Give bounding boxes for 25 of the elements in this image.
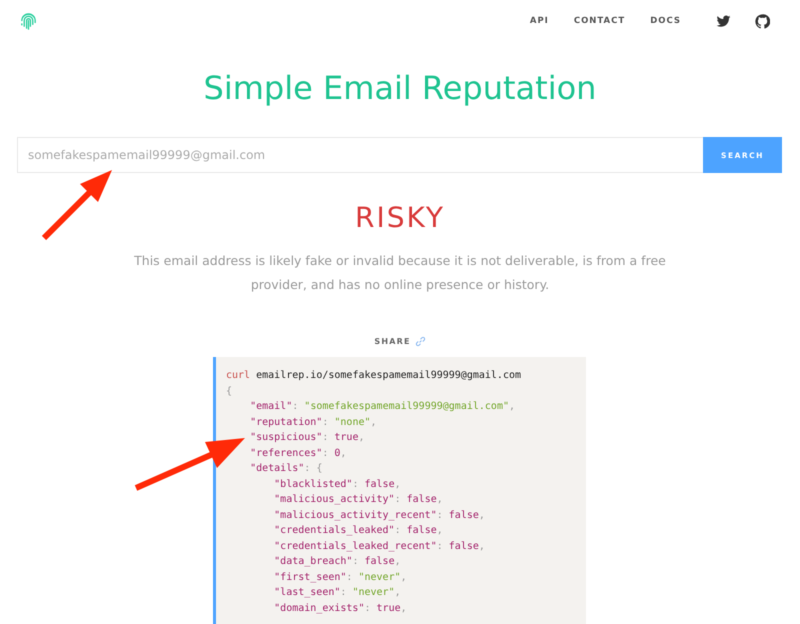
share-label[interactable]: SHARE [374,337,411,346]
code-line: "credentials_leaked": false, [273,524,444,538]
page-title: Simple Email Reputation [202,68,598,109]
code-line: "malicious_activity_recent": false, [273,508,486,522]
code-line: "last_seen": "never", [273,586,402,600]
verdict-label: RISKY [354,200,446,236]
nav-link[interactable]: CONTACT [574,16,626,26]
code-line: curl emailrep.io/somefakespamemail99999@gmail.com [226,369,522,383]
code-line: "references": 0, [249,446,348,460]
code-line: "reputation": "none", [249,416,378,430]
code-line: "suspicious": true, [249,431,366,445]
code-line: "email": "somefakespamemail99999@gmail.com", [249,400,516,414]
code-line: "domain_exists": true, [273,602,408,616]
summary-text: This email address is likely fake or invalid because it is not deliverable, is from a free provider, and has no online presence or history. [133,252,667,294]
code-line: "details": { [249,462,324,476]
code-line: "first_seen": "never", [273,570,408,584]
github-icon[interactable] [755,14,770,28]
nav-link[interactable]: API [530,16,549,26]
code-line: "blacklisted": false, [273,478,402,492]
code-line: { [226,384,234,398]
code-line: "data_breach": false, [273,555,402,569]
nav-link[interactable]: DOCS [650,16,681,26]
code-line: "malicious_activity": false, [273,493,444,507]
twitter-icon[interactable] [716,14,731,28]
code-line: "credentials_leaked_recent": false, [273,540,486,554]
